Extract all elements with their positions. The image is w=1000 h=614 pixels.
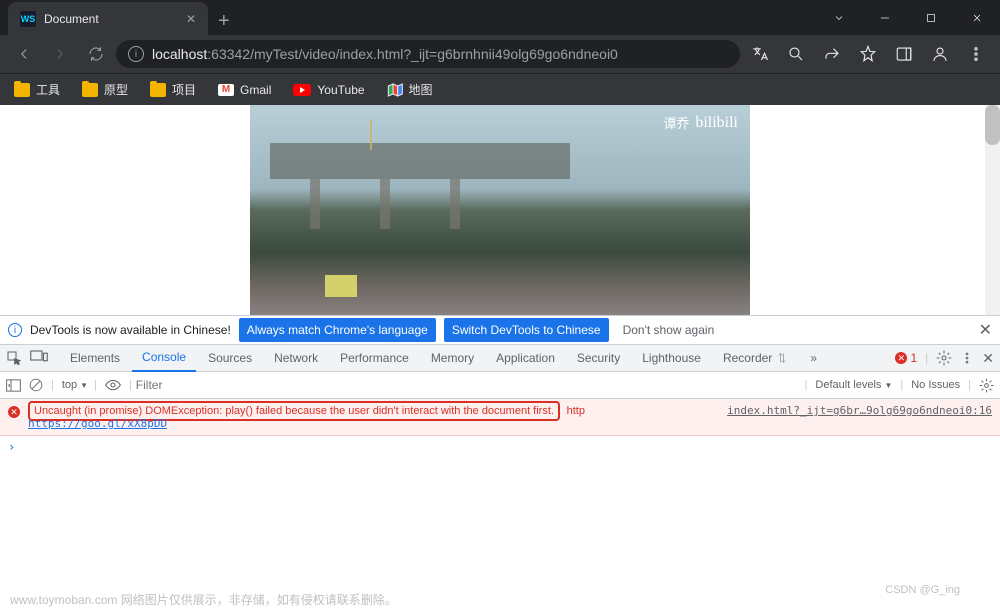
reload-button[interactable] bbox=[80, 38, 112, 70]
console-settings-icon[interactable] bbox=[979, 378, 994, 393]
tab-security[interactable]: Security bbox=[567, 345, 630, 372]
log-levels-selector[interactable]: Default levels ▼ bbox=[815, 379, 892, 391]
minimize-button[interactable] bbox=[862, 0, 908, 35]
maximize-button[interactable] bbox=[908, 0, 954, 35]
console-prompt[interactable]: › bbox=[0, 436, 1000, 458]
error-help-link[interactable]: https://goo.gl/xX8pDD bbox=[28, 417, 167, 430]
forward-button[interactable] bbox=[44, 38, 76, 70]
tab-sources[interactable]: Sources bbox=[198, 345, 262, 372]
gmail-icon: M bbox=[218, 84, 234, 96]
url-text: localhost:63342/myTest/video/index.html?… bbox=[152, 46, 618, 62]
bookmark-folder-prototype[interactable]: 原型 bbox=[74, 77, 136, 102]
settings-icon[interactable] bbox=[936, 350, 952, 366]
always-match-button[interactable]: Always match Chrome's language bbox=[239, 318, 436, 342]
error-source-link[interactable]: index.html?_ijt=g6br…9olg69go6ndneoi0:16 bbox=[727, 404, 992, 417]
browser-tab[interactable]: WS Document ✕ bbox=[8, 2, 208, 35]
close-notification-icon[interactable]: ✕ bbox=[979, 320, 992, 340]
error-message: Uncaught (in promise) DOMException: play… bbox=[34, 405, 554, 417]
address-bar: i localhost:63342/myTest/video/index.htm… bbox=[0, 35, 1000, 73]
new-tab-button[interactable]: + bbox=[208, 4, 240, 39]
tab-console[interactable]: Console bbox=[132, 345, 196, 372]
bookmark-maps[interactable]: 地图 bbox=[379, 77, 441, 102]
footer-watermark: www.toymoban.com 网络图片仅供展示，非存储，如有侵权请联系删除。 bbox=[10, 591, 397, 608]
map-icon bbox=[387, 82, 403, 98]
bookmark-folder-project[interactable]: 项目 bbox=[142, 77, 204, 102]
live-expression-icon[interactable] bbox=[105, 379, 121, 391]
folder-icon bbox=[82, 83, 98, 97]
devtools-language-notification: i DevTools is now available in Chinese! … bbox=[0, 315, 1000, 344]
chevron-down-icon[interactable] bbox=[816, 0, 862, 35]
filter-input[interactable] bbox=[136, 378, 797, 392]
folder-icon bbox=[150, 83, 166, 97]
error-icon: ✕ bbox=[8, 406, 20, 418]
share-icon[interactable] bbox=[816, 38, 848, 70]
translate-icon[interactable] bbox=[744, 38, 776, 70]
tab-application[interactable]: Application bbox=[486, 345, 565, 372]
more-tabs-icon[interactable]: » bbox=[800, 345, 827, 372]
tab-performance[interactable]: Performance bbox=[330, 345, 419, 372]
video-watermark: 谭乔 bilibili bbox=[663, 113, 738, 132]
bookmark-folder-tools[interactable]: 工具 bbox=[6, 77, 68, 102]
tab-close-icon[interactable]: ✕ bbox=[186, 12, 196, 26]
site-info-icon[interactable]: i bbox=[128, 46, 144, 62]
bookmark-star-icon[interactable] bbox=[852, 38, 884, 70]
page-content: 谭乔 bilibili bbox=[0, 105, 1000, 315]
video-player[interactable]: 谭乔 bilibili bbox=[250, 105, 750, 315]
error-count[interactable]: ✕1 bbox=[895, 351, 917, 365]
window-titlebar: WS Document ✕ + bbox=[0, 0, 1000, 35]
devtools-close-icon[interactable]: ✕ bbox=[982, 350, 994, 367]
console-error-row[interactable]: ✕ Uncaught (in promise) DOMException: pl… bbox=[0, 399, 1000, 436]
sidebar-toggle-icon[interactable] bbox=[6, 379, 21, 392]
switch-chinese-button[interactable]: Switch DevTools to Chinese bbox=[444, 318, 609, 342]
tab-memory[interactable]: Memory bbox=[421, 345, 484, 372]
dont-show-button[interactable]: Don't show again bbox=[617, 318, 721, 342]
issues-count[interactable]: No Issues bbox=[911, 379, 960, 391]
tab-title: Document bbox=[44, 12, 178, 26]
sidepanel-icon[interactable] bbox=[888, 38, 920, 70]
notification-text: DevTools is now available in Chinese! bbox=[30, 323, 231, 337]
search-icon[interactable] bbox=[780, 38, 812, 70]
profile-icon[interactable] bbox=[924, 38, 956, 70]
tab-recorder[interactable]: Recorder bbox=[713, 345, 798, 372]
youtube-icon bbox=[293, 84, 311, 96]
dots-icon[interactable] bbox=[960, 351, 974, 365]
tab-elements[interactable]: Elements bbox=[60, 345, 130, 372]
window-controls bbox=[816, 0, 1000, 35]
close-button[interactable] bbox=[954, 0, 1000, 35]
context-selector[interactable]: top ▼ bbox=[62, 379, 88, 391]
tab-lighthouse[interactable]: Lighthouse bbox=[632, 345, 711, 372]
url-input[interactable]: i localhost:63342/myTest/video/index.htm… bbox=[116, 40, 740, 68]
tab-network[interactable]: Network bbox=[264, 345, 328, 372]
inspect-icon[interactable] bbox=[6, 350, 22, 366]
bookmark-youtube[interactable]: YouTube bbox=[285, 79, 372, 101]
folder-icon bbox=[14, 83, 30, 97]
csdn-watermark: CSDN @G_ing bbox=[885, 584, 960, 596]
back-button[interactable] bbox=[8, 38, 40, 70]
bookmark-gmail[interactable]: MGmail bbox=[210, 79, 279, 101]
device-toggle-icon[interactable] bbox=[30, 350, 48, 364]
info-icon: i bbox=[8, 323, 22, 337]
console-toolbar: | top ▼ | | | Default levels ▼ | No Issu… bbox=[0, 372, 1000, 399]
tab-favicon: WS bbox=[20, 11, 36, 27]
menu-icon[interactable] bbox=[960, 38, 992, 70]
clear-console-icon[interactable] bbox=[29, 378, 43, 392]
devtools-tabs: Elements Console Sources Network Perform… bbox=[0, 344, 1000, 372]
bookmarks-bar: 工具 原型 项目 MGmail YouTube 地图 bbox=[0, 73, 1000, 105]
